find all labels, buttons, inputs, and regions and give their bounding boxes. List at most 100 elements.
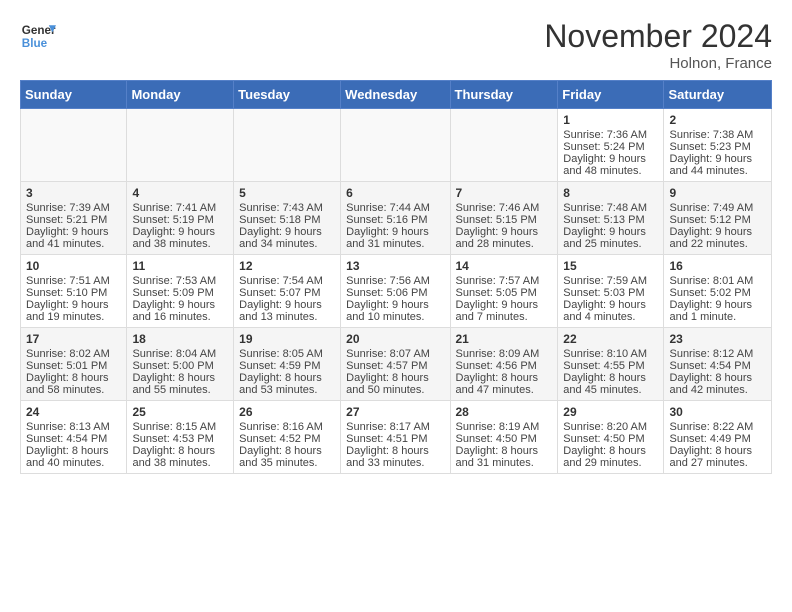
col-tuesday: Tuesday [234, 81, 341, 109]
day-info: Sunrise: 7:44 AM [346, 202, 444, 214]
day-info: Sunrise: 8:17 AM [346, 421, 444, 433]
col-thursday: Thursday [450, 81, 558, 109]
day-number: 2 [669, 113, 766, 127]
calendar-wrapper: Sunday Monday Tuesday Wednesday Thursday… [0, 80, 792, 484]
day-number: 17 [26, 332, 121, 346]
calendar-cell: 17Sunrise: 8:02 AMSunset: 5:01 PMDayligh… [21, 328, 127, 401]
day-info: Sunset: 5:05 PM [456, 287, 553, 299]
day-info: Daylight: 8 hours and 58 minutes. [26, 372, 121, 396]
calendar-cell: 23Sunrise: 8:12 AMSunset: 4:54 PMDayligh… [664, 328, 772, 401]
day-info: Daylight: 8 hours and 38 minutes. [132, 445, 228, 469]
day-info: Daylight: 9 hours and 34 minutes. [239, 226, 335, 250]
day-info: Sunset: 4:57 PM [346, 360, 444, 372]
day-number: 21 [456, 332, 553, 346]
day-info: Daylight: 9 hours and 28 minutes. [456, 226, 553, 250]
day-info: Sunset: 5:24 PM [563, 141, 658, 153]
day-info: Sunset: 5:12 PM [669, 214, 766, 226]
calendar-cell: 15 Sunrise: 7:59 AMSunset: 5:03 PMDayligh… [558, 255, 664, 328]
calendar-cell: 20Sunrise: 8:07 AMSunset: 4:57 PMDayligh… [341, 328, 450, 401]
day-info: Sunset: 5:15 PM [456, 214, 553, 226]
calendar-cell: 30Sunrise: 8:22 AMSunset: 4:49 PMDayligh… [664, 401, 772, 474]
calendar-cell: 18Sunrise: 8:04 AMSunset: 5:00 PMDayligh… [127, 328, 234, 401]
calendar-cell [127, 109, 234, 182]
calendar-cell: 14Sunrise: 7:57 AMSunset: 5:05 PMDayligh… [450, 255, 558, 328]
calendar-header: Sunday Monday Tuesday Wednesday Thursday… [21, 81, 772, 109]
day-info: Sunrise: 8:09 AM [456, 348, 553, 360]
calendar-cell: 19Sunrise: 8:05 AMSunset: 4:59 PMDayligh… [234, 328, 341, 401]
day-info: Sunset: 5:03 PM [563, 287, 658, 299]
calendar-cell: 21Sunrise: 8:09 AMSunset: 4:56 PMDayligh… [450, 328, 558, 401]
calendar-cell: 6Sunrise: 7:44 AMSunset: 5:16 PMDaylight… [341, 182, 450, 255]
day-info: Sunrise: 8:10 AM [563, 348, 658, 360]
day-number: 1 [563, 113, 658, 127]
day-info: Sunset: 5:16 PM [346, 214, 444, 226]
day-info: Daylight: 9 hours and 41 minutes. [26, 226, 121, 250]
day-number: 10 [26, 259, 121, 273]
day-number: 15 [563, 259, 658, 273]
calendar-cell: 16Sunrise: 8:01 AMSunset: 5:02 PMDayligh… [664, 255, 772, 328]
day-number: 30 [669, 405, 766, 419]
day-info: Sunrise: 8:20 AM [563, 421, 658, 433]
day-info: Sunrise: 8:04 AM [132, 348, 228, 360]
day-info: Sunrise: 7:59 AM [563, 275, 658, 287]
calendar-cell [21, 109, 127, 182]
day-number: 19 [239, 332, 335, 346]
day-info: Sunset: 4:51 PM [346, 433, 444, 445]
calendar-cell: 29Sunrise: 8:20 AMSunset: 4:50 PMDayligh… [558, 401, 664, 474]
day-info: Daylight: 8 hours and 42 minutes. [669, 372, 766, 396]
calendar-cell: 24Sunrise: 8:13 AMSunset: 4:54 PMDayligh… [21, 401, 127, 474]
day-info: Sunset: 5:02 PM [669, 287, 766, 299]
logo: General Blue [20, 18, 56, 54]
day-info: Sunset: 4:54 PM [26, 433, 121, 445]
day-info: Sunrise: 7:49 AM [669, 202, 766, 214]
calendar-cell: 7Sunrise: 7:46 AMSunset: 5:15 PMDaylight… [450, 182, 558, 255]
day-number: 6 [346, 186, 444, 200]
calendar-cell: 1 Sunrise: 7:36 AMSunset: 5:24 PMDaylight… [558, 109, 664, 182]
day-number: 25 [132, 405, 228, 419]
day-info: Daylight: 9 hours and 4 minutes. [563, 299, 658, 323]
calendar-cell: 25Sunrise: 8:15 AMSunset: 4:53 PMDayligh… [127, 401, 234, 474]
day-number: 22 [563, 332, 658, 346]
day-info: Sunset: 5:19 PM [132, 214, 228, 226]
calendar-cell [341, 109, 450, 182]
calendar-table: Sunday Monday Tuesday Wednesday Thursday… [20, 80, 772, 474]
calendar-cell: 8Sunrise: 7:48 AMSunset: 5:13 PMDaylight… [558, 182, 664, 255]
day-info: Sunset: 4:52 PM [239, 433, 335, 445]
day-number: 26 [239, 405, 335, 419]
day-info: Sunset: 4:55 PM [563, 360, 658, 372]
day-info: Sunrise: 7:36 AM [563, 129, 658, 141]
calendar-cell: 26Sunrise: 8:16 AMSunset: 4:52 PMDayligh… [234, 401, 341, 474]
calendar-cell: 10Sunrise: 7:51 AMSunset: 5:10 PMDayligh… [21, 255, 127, 328]
day-info: Daylight: 8 hours and 50 minutes. [346, 372, 444, 396]
day-info: Sunrise: 8:16 AM [239, 421, 335, 433]
day-info: Daylight: 9 hours and 19 minutes. [26, 299, 121, 323]
day-info: Sunset: 5:21 PM [26, 214, 121, 226]
calendar-cell: 22Sunrise: 8:10 AMSunset: 4:55 PMDayligh… [558, 328, 664, 401]
day-info: Sunrise: 8:01 AM [669, 275, 766, 287]
day-info: Sunrise: 7:54 AM [239, 275, 335, 287]
day-info: Sunrise: 7:48 AM [563, 202, 658, 214]
day-info: Sunrise: 8:22 AM [669, 421, 766, 433]
col-sunday: Sunday [21, 81, 127, 109]
calendar-week-4: 17Sunrise: 8:02 AMSunset: 5:01 PMDayligh… [21, 328, 772, 401]
col-monday: Monday [127, 81, 234, 109]
calendar-cell: 12Sunrise: 7:54 AMSunset: 5:07 PMDayligh… [234, 255, 341, 328]
header-row: Sunday Monday Tuesday Wednesday Thursday… [21, 81, 772, 109]
day-info: Daylight: 9 hours and 13 minutes. [239, 299, 335, 323]
day-info: Daylight: 9 hours and 1 minute. [669, 299, 766, 323]
day-number: 4 [132, 186, 228, 200]
day-info: Daylight: 9 hours and 44 minutes. [669, 153, 766, 177]
calendar-cell [234, 109, 341, 182]
day-number: 3 [26, 186, 121, 200]
calendar-cell: 11Sunrise: 7:53 AMSunset: 5:09 PMDayligh… [127, 255, 234, 328]
day-info: Sunrise: 7:51 AM [26, 275, 121, 287]
day-info: Sunset: 4:54 PM [669, 360, 766, 372]
calendar-cell: 27Sunrise: 8:17 AMSunset: 4:51 PMDayligh… [341, 401, 450, 474]
day-info: Daylight: 8 hours and 55 minutes. [132, 372, 228, 396]
calendar-cell: 2Sunrise: 7:38 AMSunset: 5:23 PMDaylight… [664, 109, 772, 182]
day-info: Daylight: 9 hours and 22 minutes. [669, 226, 766, 250]
calendar-cell [450, 109, 558, 182]
day-info: Sunset: 5:06 PM [346, 287, 444, 299]
day-info: Daylight: 9 hours and 48 minutes. [563, 153, 658, 177]
day-info: Sunrise: 7:43 AM [239, 202, 335, 214]
